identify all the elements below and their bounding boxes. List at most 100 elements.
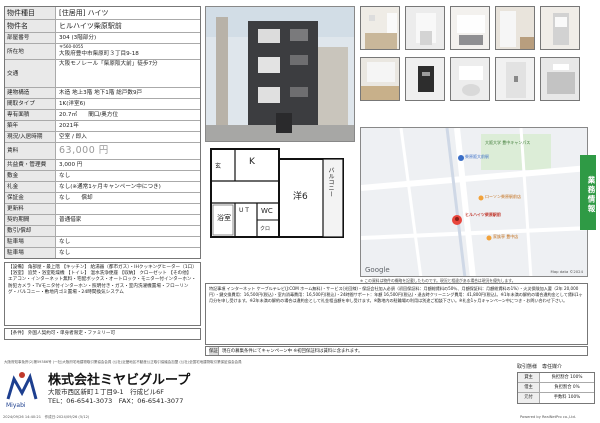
info-label: 間取タイプ [5,99,56,109]
info-label: 敷引/償却 [5,226,56,236]
room-photo-image [541,58,579,100]
guarantee-text: 現在の募集条件にてキャンペーン中 ※初回保証料は賃料に含まれます。 [222,349,363,354]
fee-table: 貸主 負担割合 100% 借主 負担割合 0% 元付 手数料 100% [517,372,595,404]
special-notes: 特記事項 インターネット ケーブルテレビ(J:COM ホーム無料)・サービス(光… [205,283,588,345]
info-label: 交通 [5,60,56,87]
info-label: 物件種目 [5,7,56,19]
fee-header: 貸主 [518,373,540,382]
info-label: 契約期間 [5,215,56,225]
plan-room-closet: クロ [260,226,271,232]
info-row-name: 物件名 ヒルハイツ柴原駅前 [5,20,200,33]
map-attribution: Map data ©2024 [550,269,583,274]
info-label: 敷金 [5,171,56,181]
info-value: 304 (3階部分) [59,35,97,41]
fee-cell: 負担割合 0% [554,385,580,390]
info-label: 現況/入居時期 [5,132,56,142]
room-photo-thumbnail[interactable] [450,6,490,50]
google-logo: Google [365,266,390,274]
info-label: 更新料 [5,204,56,214]
room-photo-image [451,58,489,100]
fee-row: 貸主 負担割合 100% [518,373,594,383]
info-value [56,226,200,236]
room-photo-thumbnail[interactable] [360,6,400,50]
info-label: 物件名 [5,20,56,32]
business-info-tab[interactable]: 業務情報 [580,155,596,230]
room-photo-thumbnail[interactable] [495,6,535,50]
room-photo-image [406,7,444,49]
info-label: 共益費・管理費 [5,160,56,170]
info-row-key-money: 礼金 なし(※通常1ヶ月キャンペーン中につき) [5,182,200,193]
room-photo-thumbnail[interactable] [450,57,490,101]
svg-text:Miyabi: Miyabi [6,402,26,409]
info-row-type: 物件種目 [住居用] ハイツ [5,7,200,20]
info-label: 築年 [5,121,56,131]
info-value: なし [59,250,71,256]
info-value: 2021年 [59,123,79,129]
info-row-guarantee: 保証金 なし 償却 [5,193,200,204]
building-photo[interactable] [205,6,355,142]
info-row-rent: 賃料 63,000 円 [5,143,200,160]
info-value: 空室 / 即入 [59,134,87,140]
map-image [361,128,587,276]
room-photo-thumbnail[interactable] [405,6,445,50]
plan-room-western: 洋6 [293,192,308,202]
info-row-contract: 契約期間 普通借家 [5,215,200,226]
map-label-place: 家族亭 豊中店 [493,234,519,239]
facilities-section: 【設備】 角部屋・最上階 【キッチン】 給湯器（都市ガス）・IHクッキングヒータ… [4,262,201,326]
info-value: なし(※通常1ヶ月キャンペーン中につき) [59,184,161,190]
address: 大阪府豊中市柴原町３丁目9-18 [59,51,139,57]
info-row-traffic: 交通 大阪モノレール「柴原阪大前」徒歩7分 [5,60,200,88]
info-value: 1K(洋室6) [59,101,86,107]
info-value: 20.7㎡ 間口/奥方位 [59,112,119,118]
info-row-amortization: 敷引/償却 [5,226,200,237]
info-value: なし 償却 [59,195,93,201]
map-label-place: ローソン柴原駅前店 [485,194,521,199]
guarantee-label: 保証 [209,347,219,355]
info-label: 駐車場 [5,237,56,247]
floor-plan: 玄 K U T WC 浴室 クロ 洋6 バルコニー [205,145,355,242]
plan-room-kitchen: K [249,157,255,167]
map-label-place: 大阪大学 豊中キャンパス [485,140,531,145]
fee-cell: 負担割合 100% [551,375,583,380]
company-block: Miyabi 株式会社ミヤビグループ 大阪市西区新町１丁目9-1 行成ビル6F … [4,367,424,413]
powered-by: Powered by RealNetPro co.,Ltd. [520,415,577,419]
room-photo-image [361,7,399,49]
conditions-section: 【条件】 外国人契約可・単身者限定・ファミリー可 [4,328,201,340]
info-row-fee: 共益費・管理費 3,000 円 [5,160,200,171]
map-label-property: ヒルハイツ柴原駅前 [465,212,501,217]
info-value: [住居用] ハイツ [59,9,109,17]
info-value: 木造 地上3階 地下1階 総戸数9戸 [59,90,143,96]
plan-room-wc: WC [261,207,273,215]
info-value: 大阪モノレール「柴原阪大前」徒歩7分 [59,61,158,67]
info-label: 礼金 [5,182,56,192]
location-map[interactable]: 柴原阪大前駅 大阪大学 豊中キャンパス ローソン柴原駅前店 ヒルハイツ柴原駅前 … [360,127,588,277]
info-row-address: 所在地 〒560-0055 大阪府豊中市柴原町３丁目9-18 [5,44,200,60]
info-label: 専有面積 [5,110,56,120]
fee-row: 元付 手数料 100% [518,393,594,403]
map-label-station: 柴原阪大前駅 [465,154,489,159]
company-logo: Miyabi [4,369,40,409]
plan-room-ut: U T [239,207,249,214]
info-row-renewal: 更新料 [5,204,200,215]
info-label: 所在地 [5,44,56,59]
fee-row: 借主 負担割合 0% [518,383,594,393]
room-photo-thumbnail[interactable] [540,6,580,50]
info-row-structure: 建物構造 木造 地上3階 地下1階 総戸数9戸 [5,88,200,99]
room-photo-thumbnail[interactable] [540,57,580,101]
room-photo-thumbnail[interactable] [495,57,535,101]
fee-header: 元付 [518,393,540,403]
room-photo-image [496,58,534,100]
room-photo-thumbnail[interactable] [360,57,400,101]
info-label: 建物構造 [5,88,56,98]
room-photo-image [496,7,534,49]
print-date: 2024/09/26 14:40:21 作成日:2024/09/26 (5/12… [3,415,90,419]
fee-cell: 手数料 100% [553,395,581,400]
building-photo-image [206,7,354,141]
fee-header: 借主 [518,383,540,392]
room-photo-thumbnail[interactable] [405,57,445,101]
info-label: 賃料 [5,143,56,159]
info-value: なし [59,173,71,179]
info-label: 保証金 [5,193,56,203]
info-value: 普通借家 [59,217,82,223]
info-label: 駐車場 [5,248,56,258]
